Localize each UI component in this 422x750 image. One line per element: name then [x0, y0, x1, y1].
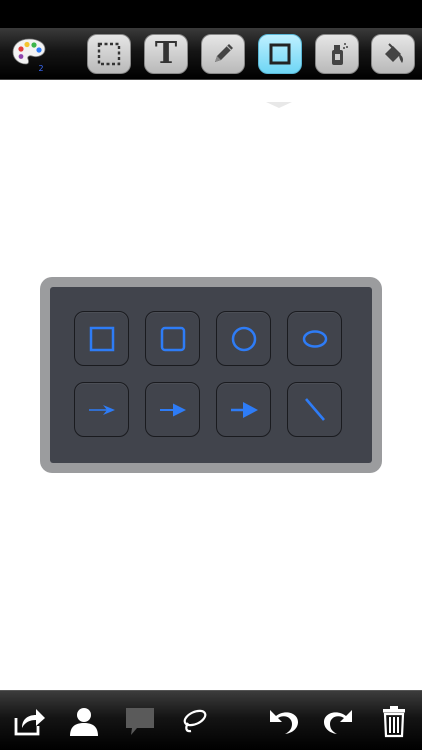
ellipse-shape-button[interactable] [287, 311, 342, 366]
lasso-icon [183, 709, 207, 733]
active-tool-indicator [266, 102, 292, 108]
top-toolbar: 2 T [0, 28, 422, 108]
circle-icon [231, 326, 256, 351]
square-shape-button[interactable] [74, 311, 129, 366]
fill-tool-button[interactable] [371, 34, 415, 74]
text-tool-button[interactable]: T [144, 34, 188, 74]
shape-picker-grid [50, 287, 372, 463]
palette-icon [12, 38, 46, 65]
ellipse-icon [302, 329, 327, 348]
selection-icon [97, 42, 121, 66]
line-icon [304, 397, 325, 421]
pencil-icon [215, 44, 233, 62]
palette-badge: 2 [38, 64, 44, 73]
pencil-tool-button[interactable] [201, 34, 245, 74]
thin-arrow-shape-button[interactable] [74, 382, 129, 437]
selection-tool-button[interactable] [87, 34, 131, 74]
shape-picker-panel [40, 277, 382, 473]
share-button[interactable] [9, 703, 49, 739]
bottom-toolbar [0, 690, 422, 750]
line-shape-button[interactable] [287, 382, 342, 437]
medium-arrow-icon [159, 403, 186, 416]
spray-can-icon [332, 43, 348, 65]
delete-button[interactable] [374, 703, 414, 739]
shape-tool-button[interactable] [258, 34, 302, 74]
trash-icon [383, 706, 405, 738]
comment-button[interactable] [120, 703, 160, 739]
redo-button[interactable] [318, 703, 358, 739]
rounded-square-shape-button[interactable] [145, 311, 200, 366]
fill-bucket-icon [385, 43, 403, 63]
rounded-square-icon [160, 326, 185, 351]
circle-shape-button[interactable] [216, 311, 271, 366]
undo-icon [270, 710, 298, 734]
speech-bubble-icon [126, 708, 154, 735]
contact-button[interactable] [64, 703, 104, 739]
status-bar [0, 0, 422, 28]
thin-arrow-icon [88, 404, 115, 415]
person-icon [70, 708, 98, 736]
thick-arrow-icon [230, 401, 258, 418]
shape-icon [269, 43, 291, 65]
lasso-button[interactable] [174, 703, 214, 739]
square-icon [89, 326, 114, 351]
spray-tool-button[interactable] [315, 34, 359, 74]
text-icon: T [154, 36, 178, 71]
redo-icon [324, 710, 352, 734]
thick-arrow-shape-button[interactable] [216, 382, 271, 437]
color-palette-button[interactable]: 2 [12, 37, 46, 73]
medium-arrow-shape-button[interactable] [145, 382, 200, 437]
share-icon [14, 709, 45, 736]
undo-button[interactable] [264, 703, 304, 739]
